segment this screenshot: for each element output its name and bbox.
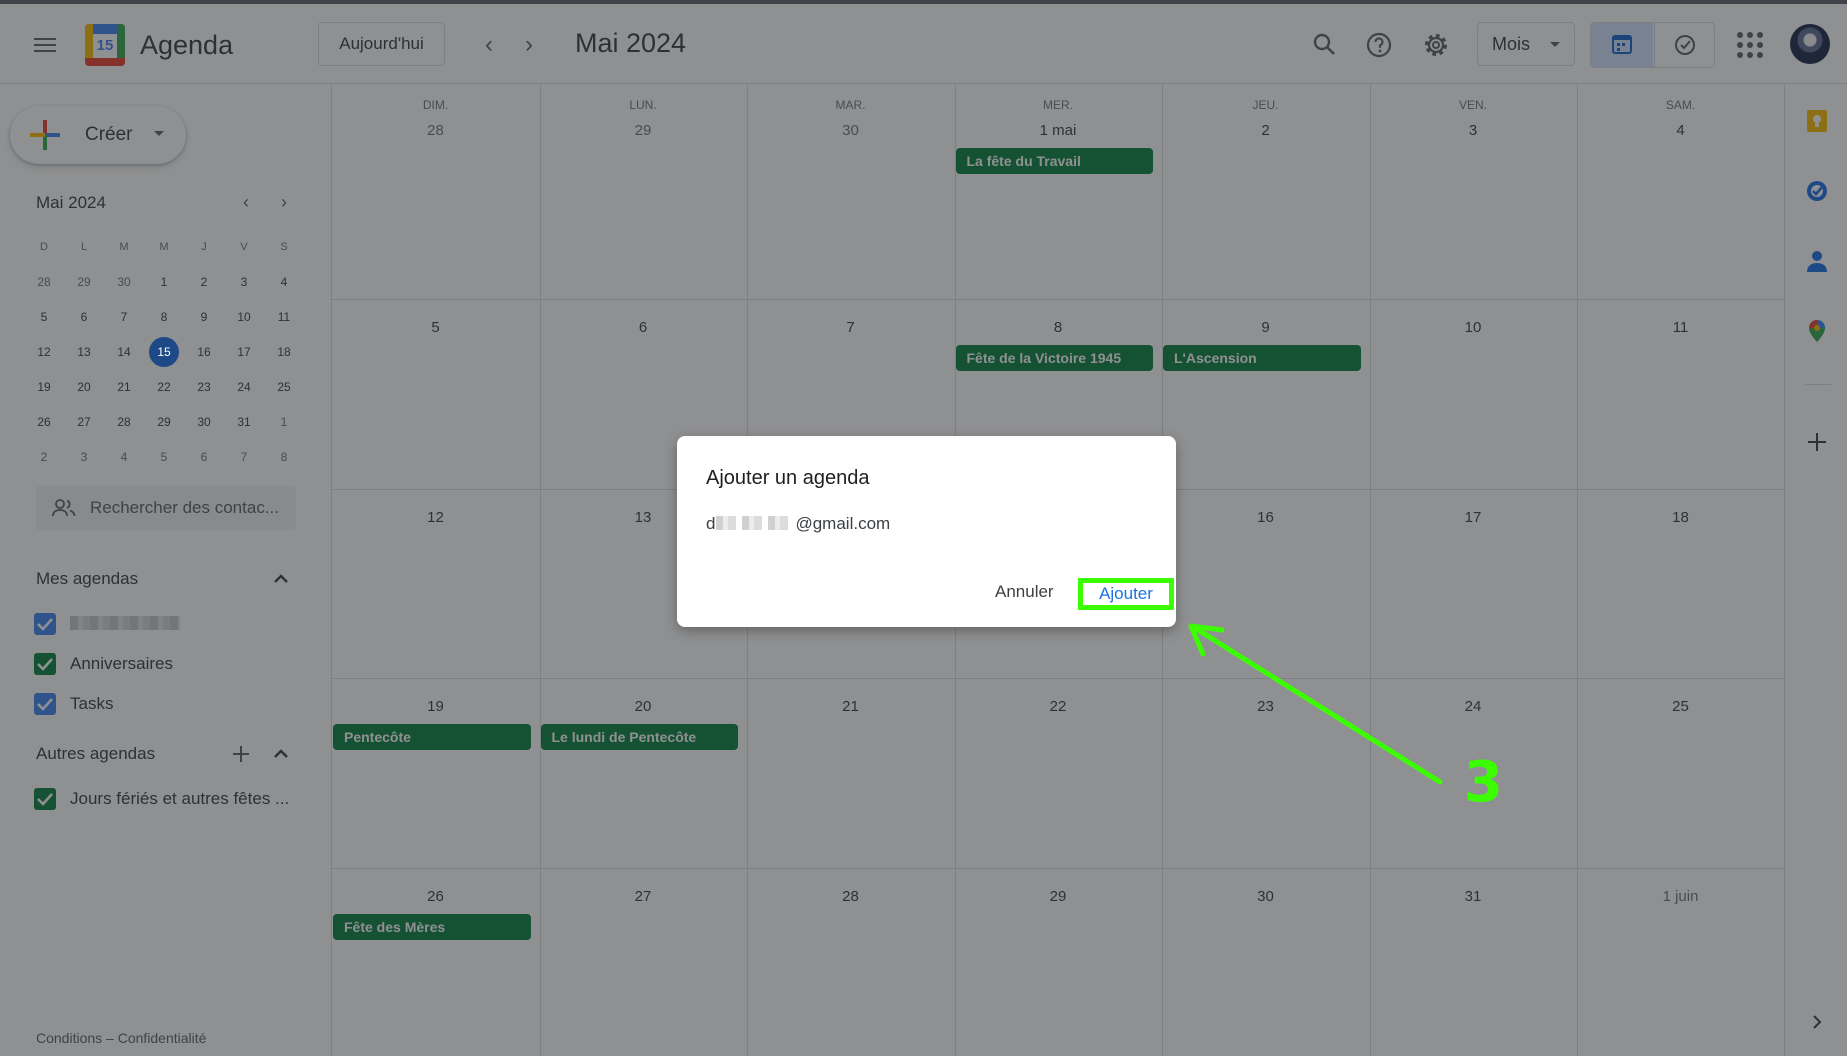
annotation-step-number: 3: [1464, 750, 1503, 815]
email-suffix: @gmail.com: [795, 514, 891, 533]
email-redaction: [716, 516, 795, 530]
cancel-button[interactable]: Annuler: [995, 582, 1054, 602]
add-button[interactable]: Ajouter: [1078, 578, 1174, 610]
add-calendar-dialog: Ajouter un agenda d @gmail.com Annuler Aj…: [677, 436, 1176, 627]
email-prefix: d: [706, 514, 716, 533]
dialog-email: d @gmail.com: [706, 514, 890, 534]
mini-day-number: 15: [157, 345, 171, 359]
dialog-title: Ajouter un agenda: [706, 467, 870, 489]
